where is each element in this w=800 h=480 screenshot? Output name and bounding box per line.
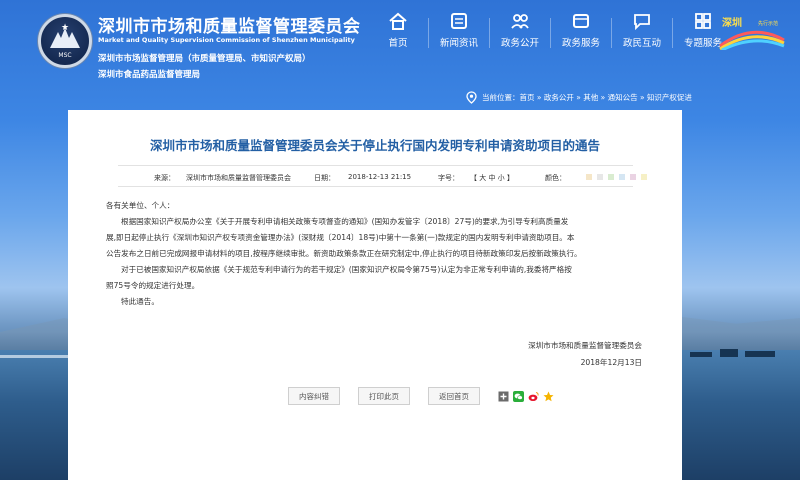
source-value: 深圳市市场和质量监督管理委员会 [186,174,291,182]
source-label: 来源： [154,174,175,182]
nav-label: 新闻资讯 [439,38,478,49]
paragraph-2-line-1: 对于已被国家知识产权局依据《关于规范专利申请行为的若干规定》(国家知识产权局令第… [121,265,572,274]
paragraph-1-line-3: 公告发布之日前已完成网报申请材料的项目,按程序继续审批。新资助政策条款正在研究制… [106,249,582,258]
nav-item-interaction[interactable]: 政民互动 [612,10,672,56]
site-header: ★ MSC 深圳市市场和质量监督管理委员会 Market and Quality… [0,0,800,110]
location-pin-icon [466,91,477,104]
org-subtitle-1: 深圳市市场监督管理局（市质量管理局、市知识产权局） [98,54,311,64]
breadcrumb: 当前位置： 首页 » 政务公开 » 其他 » 通知公告 » 知识产权促进 [466,91,796,104]
color-swatch[interactable] [641,174,647,180]
shenzhen-badge-logo[interactable]: 深圳 先行示范 [718,12,786,50]
ships-decoration [690,345,780,357]
paragraph-2-line-2: 照75号令的规定进行处理。 [106,281,200,290]
signature: 深圳市市场和质量监督管理委员会 [528,341,642,350]
nav-item-gov-open[interactable]: 政务公开 [490,10,550,56]
org-title[interactable]: 深圳市市场和质量监督管理委员会 [98,12,361,37]
article-actions: 内容纠错 打印此页 返回首页 [288,387,558,405]
closing-text: 特此通告。 [121,297,159,306]
commission-emblem-icon[interactable]: ★ MSC [38,14,92,68]
weibo-icon[interactable] [528,391,539,402]
report-error-button[interactable]: 内容纠错 [288,387,340,405]
color-swatch[interactable] [630,174,636,180]
nav-label: 首页 [388,38,408,49]
share-plus-icon[interactable] [498,391,509,402]
breadcrumb-path[interactable]: 首页 » 政务公开 » 其他 » 通知公告 » 知识产权促进 [520,92,692,103]
paragraph-1-line-1: 根据国家知识产权局办公室《关于开展专利申请相关政策专项督查的通知》(国知办发管字… [121,217,569,226]
main-nav: 首页 新闻资讯 政务公开 政务服务 政民互动 专题服务 [368,10,733,56]
org-title-en: Market and Quality Supervision Commissio… [98,36,355,44]
article-title: 深圳市市场和质量监督管理委员会关于停止执行国内发明专利申请资助项目的通告 [149,138,600,153]
paragraph-1-line-2: 展,即日起停止执行《深圳市知识产权专项资金管理办法》(深财规〔2014〕18号)… [106,233,575,242]
chat-icon [631,10,653,32]
signature-date: 2018年12月13日 [580,358,642,367]
nav-item-home[interactable]: 首页 [368,10,428,56]
color-swatch[interactable] [619,174,625,180]
nav-item-news[interactable]: 新闻资讯 [429,10,489,56]
nav-label: 政民互动 [622,38,661,49]
date-value: 2018-12-13 21:15 [348,173,412,181]
back-home-button[interactable]: 返回首页 [428,387,480,405]
article-body: 各有关单位、个人： 根据国家知识产权局办公室《关于开展专利申请相关政策专项督查的… [106,198,666,310]
color-swatches [586,174,652,180]
emblem-text: MSC [58,52,72,59]
breadcrumb-prefix: 当前位置： [482,93,520,102]
color-swatch[interactable] [608,174,614,180]
article-meta-bar: 来源： 深圳市市场和质量监督管理委员会 日期： 2018-12-13 21:15… [118,165,647,187]
news-icon [448,10,470,32]
nav-label: 政务公开 [500,38,539,49]
article-card: 深圳市市场和质量监督管理委员会关于停止执行国内发明专利申请资助项目的通告 来源：… [68,110,682,480]
home-icon [387,10,409,32]
print-button[interactable]: 打印此页 [358,387,410,405]
share-icons [498,390,558,402]
nav-item-gov-service[interactable]: 政务服务 [551,10,611,56]
nav-label: 专题服务 [683,38,722,49]
font-size-options[interactable]: 【 大 中 小 】 [470,173,514,183]
org-subtitle-2: 深圳市食品药品监督管理局 [98,70,201,80]
topic-icon [692,10,714,32]
rainbow-arcs-icon [719,30,785,50]
wechat-icon[interactable] [513,390,524,402]
color-swatch[interactable] [586,174,592,180]
color-label: 颜色： [545,174,566,182]
date-label: 日期： [314,174,335,182]
nav-label: 政务服务 [561,38,600,49]
font-size-label: 字号： [438,174,459,182]
greeting: 各有关单位、个人： [106,201,175,210]
service-icon [570,10,592,32]
color-swatch[interactable] [597,174,603,180]
qq-zone-icon[interactable] [543,391,554,402]
people-icon [509,10,531,32]
